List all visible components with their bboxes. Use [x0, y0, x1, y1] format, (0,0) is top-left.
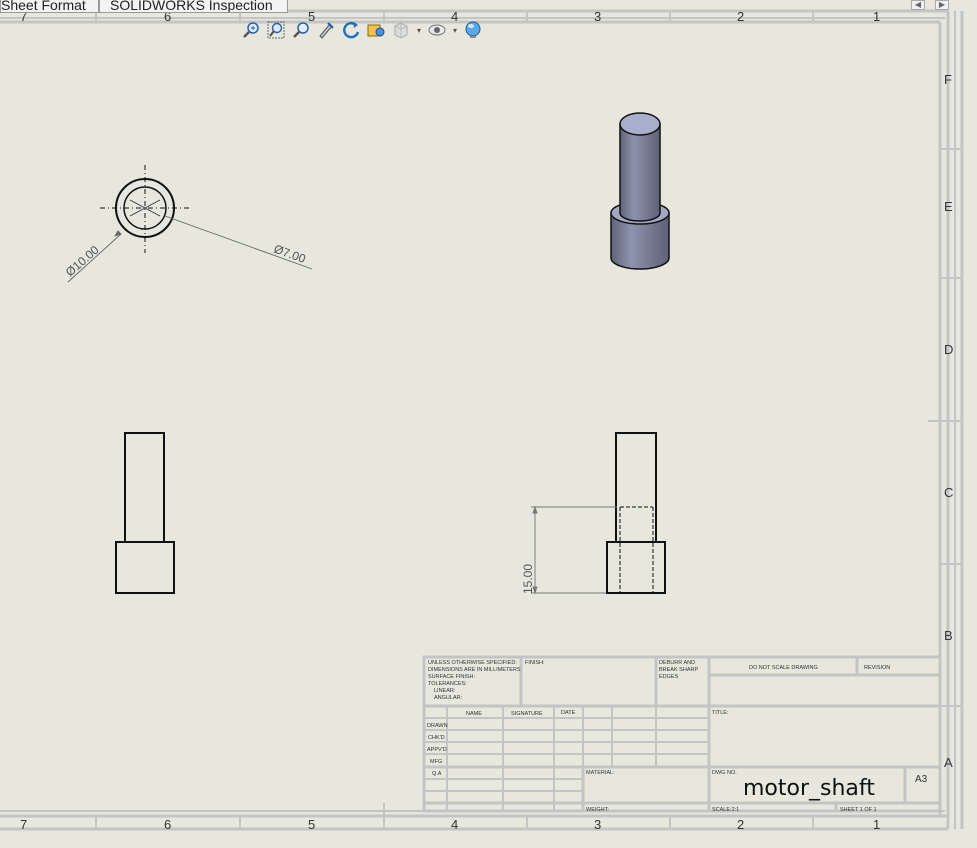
drawing-sheet[interactable]: 7 6 5 4 3 2 1 7 6 5 4 3 2 1 F E D C B A	[0, 0, 977, 848]
zone-row-label: D	[944, 342, 953, 357]
appearance-icon[interactable]	[462, 19, 484, 41]
zone-column-label: 3	[594, 817, 601, 832]
zoom-to-fit-icon[interactable]	[240, 19, 262, 41]
zone-row-label: F	[944, 72, 952, 87]
svg-text:CHK'D: CHK'D	[428, 735, 445, 741]
svg-text:DEBURR AND: DEBURR AND	[659, 660, 695, 666]
revision-label: REVISION	[864, 665, 890, 671]
scale-label: SCALE:2:1	[712, 807, 739, 813]
zone-column-label: 2	[737, 9, 744, 24]
hide-show-icon[interactable]	[426, 19, 448, 41]
svg-text:LINEAR:: LINEAR:	[434, 688, 456, 694]
pan-icon[interactable]	[365, 19, 387, 41]
height-label: 15.00	[521, 564, 535, 594]
display-style-icon[interactable]	[390, 19, 412, 41]
zone-column-label: 7	[20, 817, 27, 832]
zone-labels: 7 6 5 4 3 2 1 7 6 5 4 3 2 1 F E D C B A	[20, 9, 953, 832]
svg-text:NAME: NAME	[466, 711, 482, 717]
display-style-dropdown-icon[interactable]: ▾	[415, 26, 423, 35]
dwg-no-label: DWG NO.	[712, 770, 737, 776]
select-icon[interactable]	[315, 19, 337, 41]
sheet-tabs: Sheet Format SOLIDWORKS Inspection	[0, 0, 288, 13]
zone-row-label: C	[944, 485, 953, 500]
svg-text:EDGES: EDGES	[659, 674, 679, 680]
outer-diameter-label: Ø10.00	[63, 243, 102, 280]
zone-column-label: 4	[451, 817, 458, 832]
zoom-to-area-icon[interactable]	[265, 19, 287, 41]
tab-sheet-format[interactable]: Sheet Format	[0, 0, 99, 13]
svg-text:TOLERANCES:: TOLERANCES:	[428, 681, 467, 687]
scroll-right-icon[interactable]: ▶	[935, 0, 949, 10]
svg-text:Q.A: Q.A	[432, 771, 442, 777]
svg-text:UNLESS OTHERWISE SPECIFIED:: UNLESS OTHERWISE SPECIFIED:	[428, 660, 517, 666]
material-label: MATERIAL:	[586, 770, 615, 776]
sheet-nav: ◀ ▶	[911, 0, 949, 10]
zone-column-label: 3	[594, 9, 601, 24]
zone-row-label: B	[944, 628, 953, 643]
svg-text:SIGNATURE: SIGNATURE	[511, 711, 543, 717]
sheet-size: A3	[915, 774, 928, 785]
svg-text:FINISH:: FINISH:	[525, 660, 545, 666]
top-view[interactable]	[100, 165, 190, 253]
drawing-name: motor_shaft	[743, 776, 875, 801]
svg-text:DIMENSIONS ARE IN MILLIMETERS: DIMENSIONS ARE IN MILLIMETERS	[428, 667, 521, 673]
zone-column-label: 6	[164, 817, 171, 832]
side-view[interactable]	[606, 432, 666, 594]
weight-label: WEIGHT:	[586, 807, 609, 813]
tab-solidworks-inspection[interactable]: SOLIDWORKS Inspection	[99, 0, 288, 13]
svg-text:APPV'D: APPV'D	[427, 747, 447, 753]
front-view[interactable]	[115, 432, 175, 594]
title-block: UNLESS OTHERWISE SPECIFIED: DIMENSIONS A…	[422, 655, 942, 813]
inner-diameter-label: Ø7.00	[272, 242, 308, 266]
zone-column-label: 2	[737, 817, 744, 832]
zone-column-label: 5	[308, 817, 315, 832]
svg-text:SURFACE FINISH:: SURFACE FINISH:	[428, 674, 476, 680]
svg-text:DATE: DATE	[561, 710, 576, 716]
sheet-count-label: SHEET 1 OF 1	[840, 807, 877, 813]
zone-column-label: 1	[873, 9, 880, 24]
height-dimension[interactable]	[531, 505, 617, 595]
rotate-icon[interactable]	[340, 19, 362, 41]
zone-row-label: E	[944, 199, 953, 214]
scroll-left-icon[interactable]: ◀	[911, 0, 925, 10]
svg-text:ANGULAR:: ANGULAR:	[434, 695, 463, 701]
zone-row-label: A	[944, 755, 953, 770]
heads-up-toolbar: ▾ ▾	[240, 18, 484, 42]
isometric-view[interactable]	[610, 112, 670, 270]
hide-show-dropdown-icon[interactable]: ▾	[451, 26, 459, 35]
do-not-scale-label: DO NOT SCALE DRAWING	[749, 665, 818, 671]
title-label: TITLE:	[712, 710, 729, 716]
zone-column-label: 1	[873, 817, 880, 832]
svg-text:BREAK SHARP: BREAK SHARP	[659, 667, 698, 673]
svg-text:MFG: MFG	[430, 759, 442, 765]
svg-text:DRAWN: DRAWN	[427, 723, 448, 729]
zoom-in-out-icon[interactable]	[290, 19, 312, 41]
